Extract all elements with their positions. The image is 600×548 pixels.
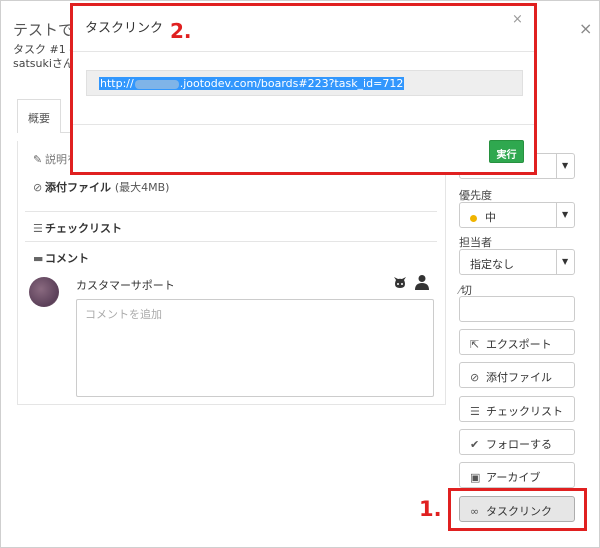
comment-username: カスタマーサポート (76, 279, 175, 292)
modal-header: タスクリンク 2. × (73, 6, 534, 52)
pencil-icon: ✎ (33, 153, 43, 166)
page: テストで タスク #1 - satsukiさん × 概要 ✎ 説明を ⊘ 添付ファイ… (0, 0, 600, 548)
github-icon[interactable] (392, 274, 408, 290)
task-author: satsukiさん (13, 57, 74, 70)
deadline-input[interactable] (459, 296, 575, 322)
paperclip-icon: ⊘ (470, 371, 480, 384)
export-icon: ⇱ (470, 338, 480, 351)
checklist-label: チェックリスト (45, 222, 122, 235)
archive-icon: ▣ (470, 471, 481, 484)
list-icon: ☰ (33, 222, 43, 235)
assignee-select[interactable]: 指定なし ▼ (459, 249, 575, 275)
task-url-field[interactable]: http:// .jootodev.com/boards#223?task_id=… (86, 70, 523, 96)
chevron-down-icon: ▼ (556, 154, 574, 178)
divider (25, 241, 437, 242)
priority-select[interactable]: 中 ▼ (459, 202, 575, 228)
priority-value: 中 (485, 211, 496, 224)
attach-file-button[interactable]: ⊘ 添付ファイル (459, 362, 575, 388)
task-link-modal: タスクリンク 2. × http:// .jootodev.com/boards#… (70, 3, 537, 175)
modal-title: タスクリンク (85, 21, 164, 36)
attachments-section: ⊘ 添付ファイル (最大4MB) (33, 179, 169, 195)
list-icon: ☰ (470, 405, 480, 418)
tab-overview[interactable]: 概要 (17, 99, 61, 133)
export-button[interactable]: ⇱ エクスポート (459, 329, 575, 355)
archive-button[interactable]: ▣ アーカイブ (459, 462, 575, 488)
checklist-button[interactable]: ☰ チェックリスト (459, 396, 575, 422)
step2-annotation: 2. (170, 19, 192, 43)
assignee-label: 担当者 (459, 236, 492, 249)
chevron-down-icon: ▼ (556, 250, 574, 274)
attachments-label: 添付ファイル (45, 181, 111, 194)
comments-section: ▬ コメント (33, 250, 89, 266)
comment-input[interactable] (76, 299, 434, 397)
dialog-close-icon[interactable]: × (579, 19, 592, 38)
avatar (29, 277, 59, 307)
run-button[interactable]: 実行 (489, 140, 524, 163)
chevron-down-icon: ▼ (556, 203, 574, 227)
highlight-box-step1 (448, 488, 587, 531)
paperclip-icon: ⊘ (33, 181, 43, 194)
attachments-limit: (最大4MB) (114, 181, 170, 194)
redacted-subdomain (134, 79, 179, 89)
task-url-selection: http:// .jootodev.com/boards#223?task_id=… (99, 77, 405, 90)
follow-button[interactable]: ✔ フォローする (459, 429, 575, 455)
priority-dot-icon (470, 214, 477, 222)
priority-label: 優先度 (459, 189, 492, 202)
comments-label: コメント (45, 252, 89, 265)
url-prefix: http:// (100, 77, 134, 90)
follow-icon: ✔ (470, 438, 480, 451)
close-icon[interactable]: × (512, 12, 523, 27)
divider (25, 211, 437, 212)
url-suffix: .jootodev.com/boards#223?task_id=712 (179, 77, 404, 90)
person-icon[interactable] (415, 274, 429, 290)
step1-annotation: 1. (419, 497, 442, 521)
task-title: テストで (13, 21, 74, 39)
checklist-section: ☰ チェックリスト (33, 220, 122, 236)
modal-footer-divider (73, 124, 534, 125)
comment-icon: ▬ (33, 252, 44, 265)
assignee-value: 指定なし (470, 258, 514, 271)
